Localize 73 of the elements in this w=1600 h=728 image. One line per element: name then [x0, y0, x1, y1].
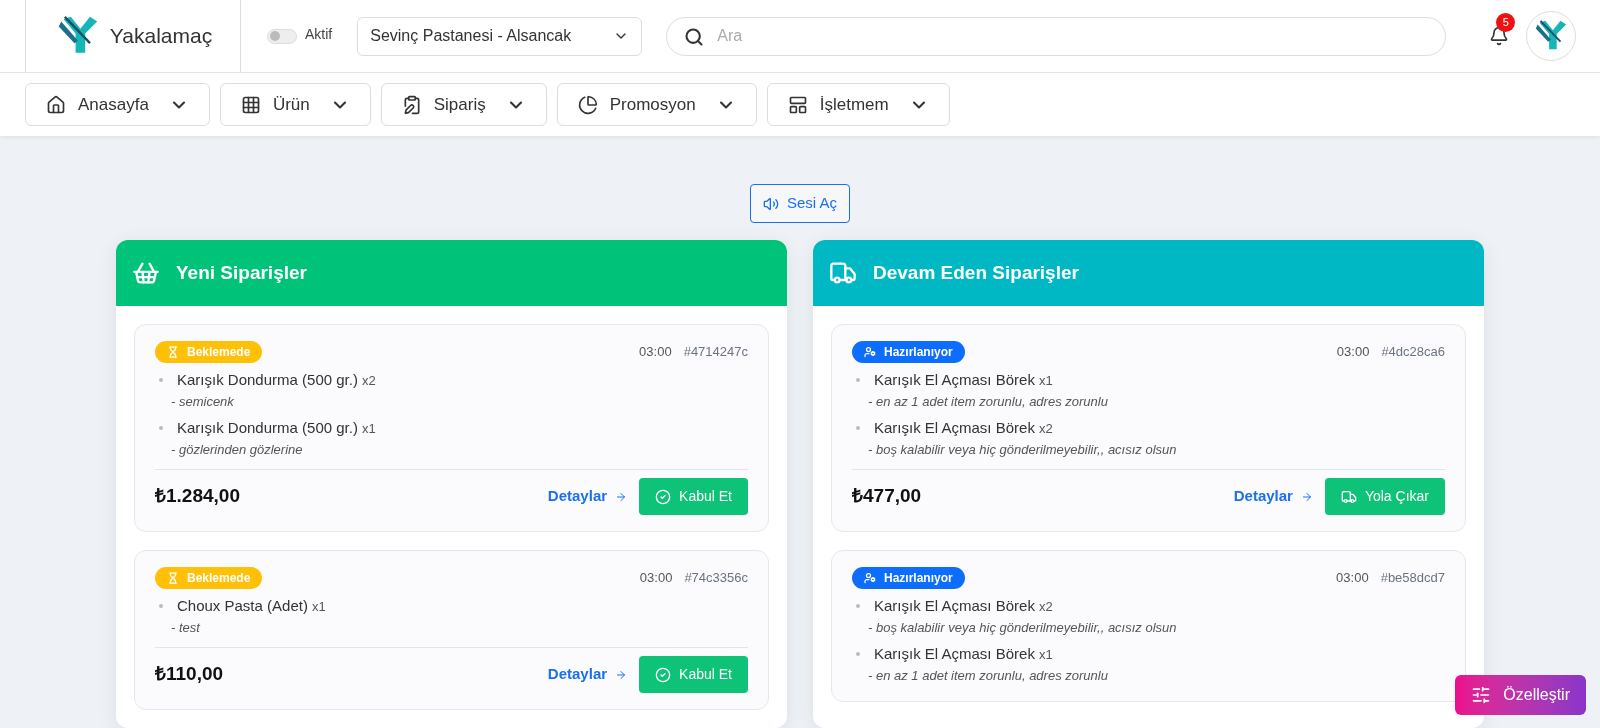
pie-chart-icon	[577, 94, 598, 115]
item-name: Karışık El Açması Börek	[874, 418, 1035, 438]
sound-button[interactable]: Sesi Aç	[750, 184, 850, 223]
user-cog-icon	[864, 572, 876, 584]
item-name: Karışık Dondurma (500 gr.)	[177, 370, 358, 390]
customize-button[interactable]: Özelleştir	[1455, 675, 1586, 715]
item-quantity: x2	[1038, 598, 1053, 616]
nav-menu-button[interactable]: Anasayfa	[25, 83, 210, 126]
order-time: 03:00	[639, 569, 673, 588]
item-quantity: x2	[361, 372, 376, 390]
avatar[interactable]	[1526, 11, 1577, 61]
hourglass-icon	[167, 346, 179, 358]
user-cog-icon	[864, 346, 876, 358]
arrow-icon	[615, 490, 628, 503]
status-badge: Hazırlanıyor	[852, 567, 965, 589]
item-quantity: x1	[361, 420, 376, 438]
details-link[interactable]: Detaylar	[1233, 485, 1313, 508]
item-note: - boş kalabilir veya hiç gönderilmeyebilir,, acısız olsun	[868, 618, 1178, 637]
item-note: - en az 1 adet item zorunlu, adres zorunlu	[868, 392, 1109, 411]
item-name: Karışık Dondurma (500 gr.)	[177, 418, 358, 438]
status-badge: Beklemede	[155, 567, 263, 589]
search-icon	[684, 26, 705, 47]
item-name: Karışık El Açması Börek	[874, 644, 1035, 664]
order-total: ₺477,00	[852, 484, 922, 509]
item-name: Karışık El Açması Börek	[874, 596, 1035, 616]
item-quantity: x1	[1038, 372, 1053, 390]
layout-icon	[787, 94, 808, 115]
hourglass-icon	[167, 572, 179, 584]
speaker-icon	[763, 195, 779, 212]
nav-menu-button[interactable]: Sipariş	[380, 83, 547, 126]
order-total: ₺110,00	[155, 662, 224, 687]
sliders-icon	[1471, 685, 1492, 705]
check-circle-icon	[655, 488, 672, 505]
order-time: 03:00	[1336, 343, 1370, 362]
nav-menu-button[interactable]: Ürün	[219, 83, 371, 126]
item-note: - boş kalabilir veya hiç gönderilmeyebilir,, acısız olsun	[868, 440, 1178, 459]
order-time: 03:00	[1336, 569, 1369, 588]
column-title: Yeni Siparişler	[176, 260, 307, 285]
item-quantity: x2	[1038, 420, 1053, 438]
nav-menu-button[interactable]: İşletmem	[766, 83, 950, 126]
item-name: Karışık El Açması Börek	[874, 370, 1035, 390]
item-note: - gözlerinden gözlerine	[171, 440, 304, 459]
item-quantity: x1	[1038, 646, 1053, 664]
grid-icon	[240, 94, 261, 115]
order-id: #4dc28ca6	[1381, 343, 1445, 362]
nav-menu-button[interactable]: Promosyon	[556, 83, 757, 126]
active-toggle[interactable]	[267, 28, 297, 44]
order-total: ₺1.284,00	[155, 484, 240, 509]
item-name: Choux Pasta (Adet)	[177, 596, 308, 616]
brand-name: Yakalamaç	[109, 23, 213, 50]
toggle-label: Aktif	[305, 24, 333, 44]
branch-select[interactable]: Sevinç Pastanesi - Alsancak	[357, 16, 643, 56]
status-badge: Beklemede	[155, 341, 263, 363]
order-id: #74c3356c	[684, 569, 748, 588]
order-id: #4714247c	[683, 343, 748, 362]
details-link[interactable]: Detaylar	[547, 663, 628, 686]
truck-icon	[1340, 488, 1357, 505]
order-time: 03:00	[639, 343, 672, 362]
order-id: #be58dcd7	[1380, 569, 1445, 588]
details-link[interactable]: Detaylar	[547, 485, 628, 508]
home-icon	[46, 94, 66, 115]
column-title: Devam Eden Siparişler	[873, 260, 1079, 285]
arrow-icon	[1300, 490, 1313, 503]
check-circle-icon	[655, 666, 672, 683]
notification-count: 5	[1496, 13, 1516, 32]
search-field[interactable]: Ara	[666, 16, 1447, 56]
item-note: - en az 1 adet item zorunlu, adres zorunlu	[868, 666, 1109, 685]
status-badge: Hazırlanıyor	[852, 341, 965, 363]
notification-bell-icon[interactable]	[1489, 26, 1510, 46]
item-note: - semicenk	[171, 392, 235, 411]
item-note: - test	[171, 618, 202, 637]
arrow-icon	[615, 668, 628, 681]
item-quantity: x1	[311, 598, 326, 616]
